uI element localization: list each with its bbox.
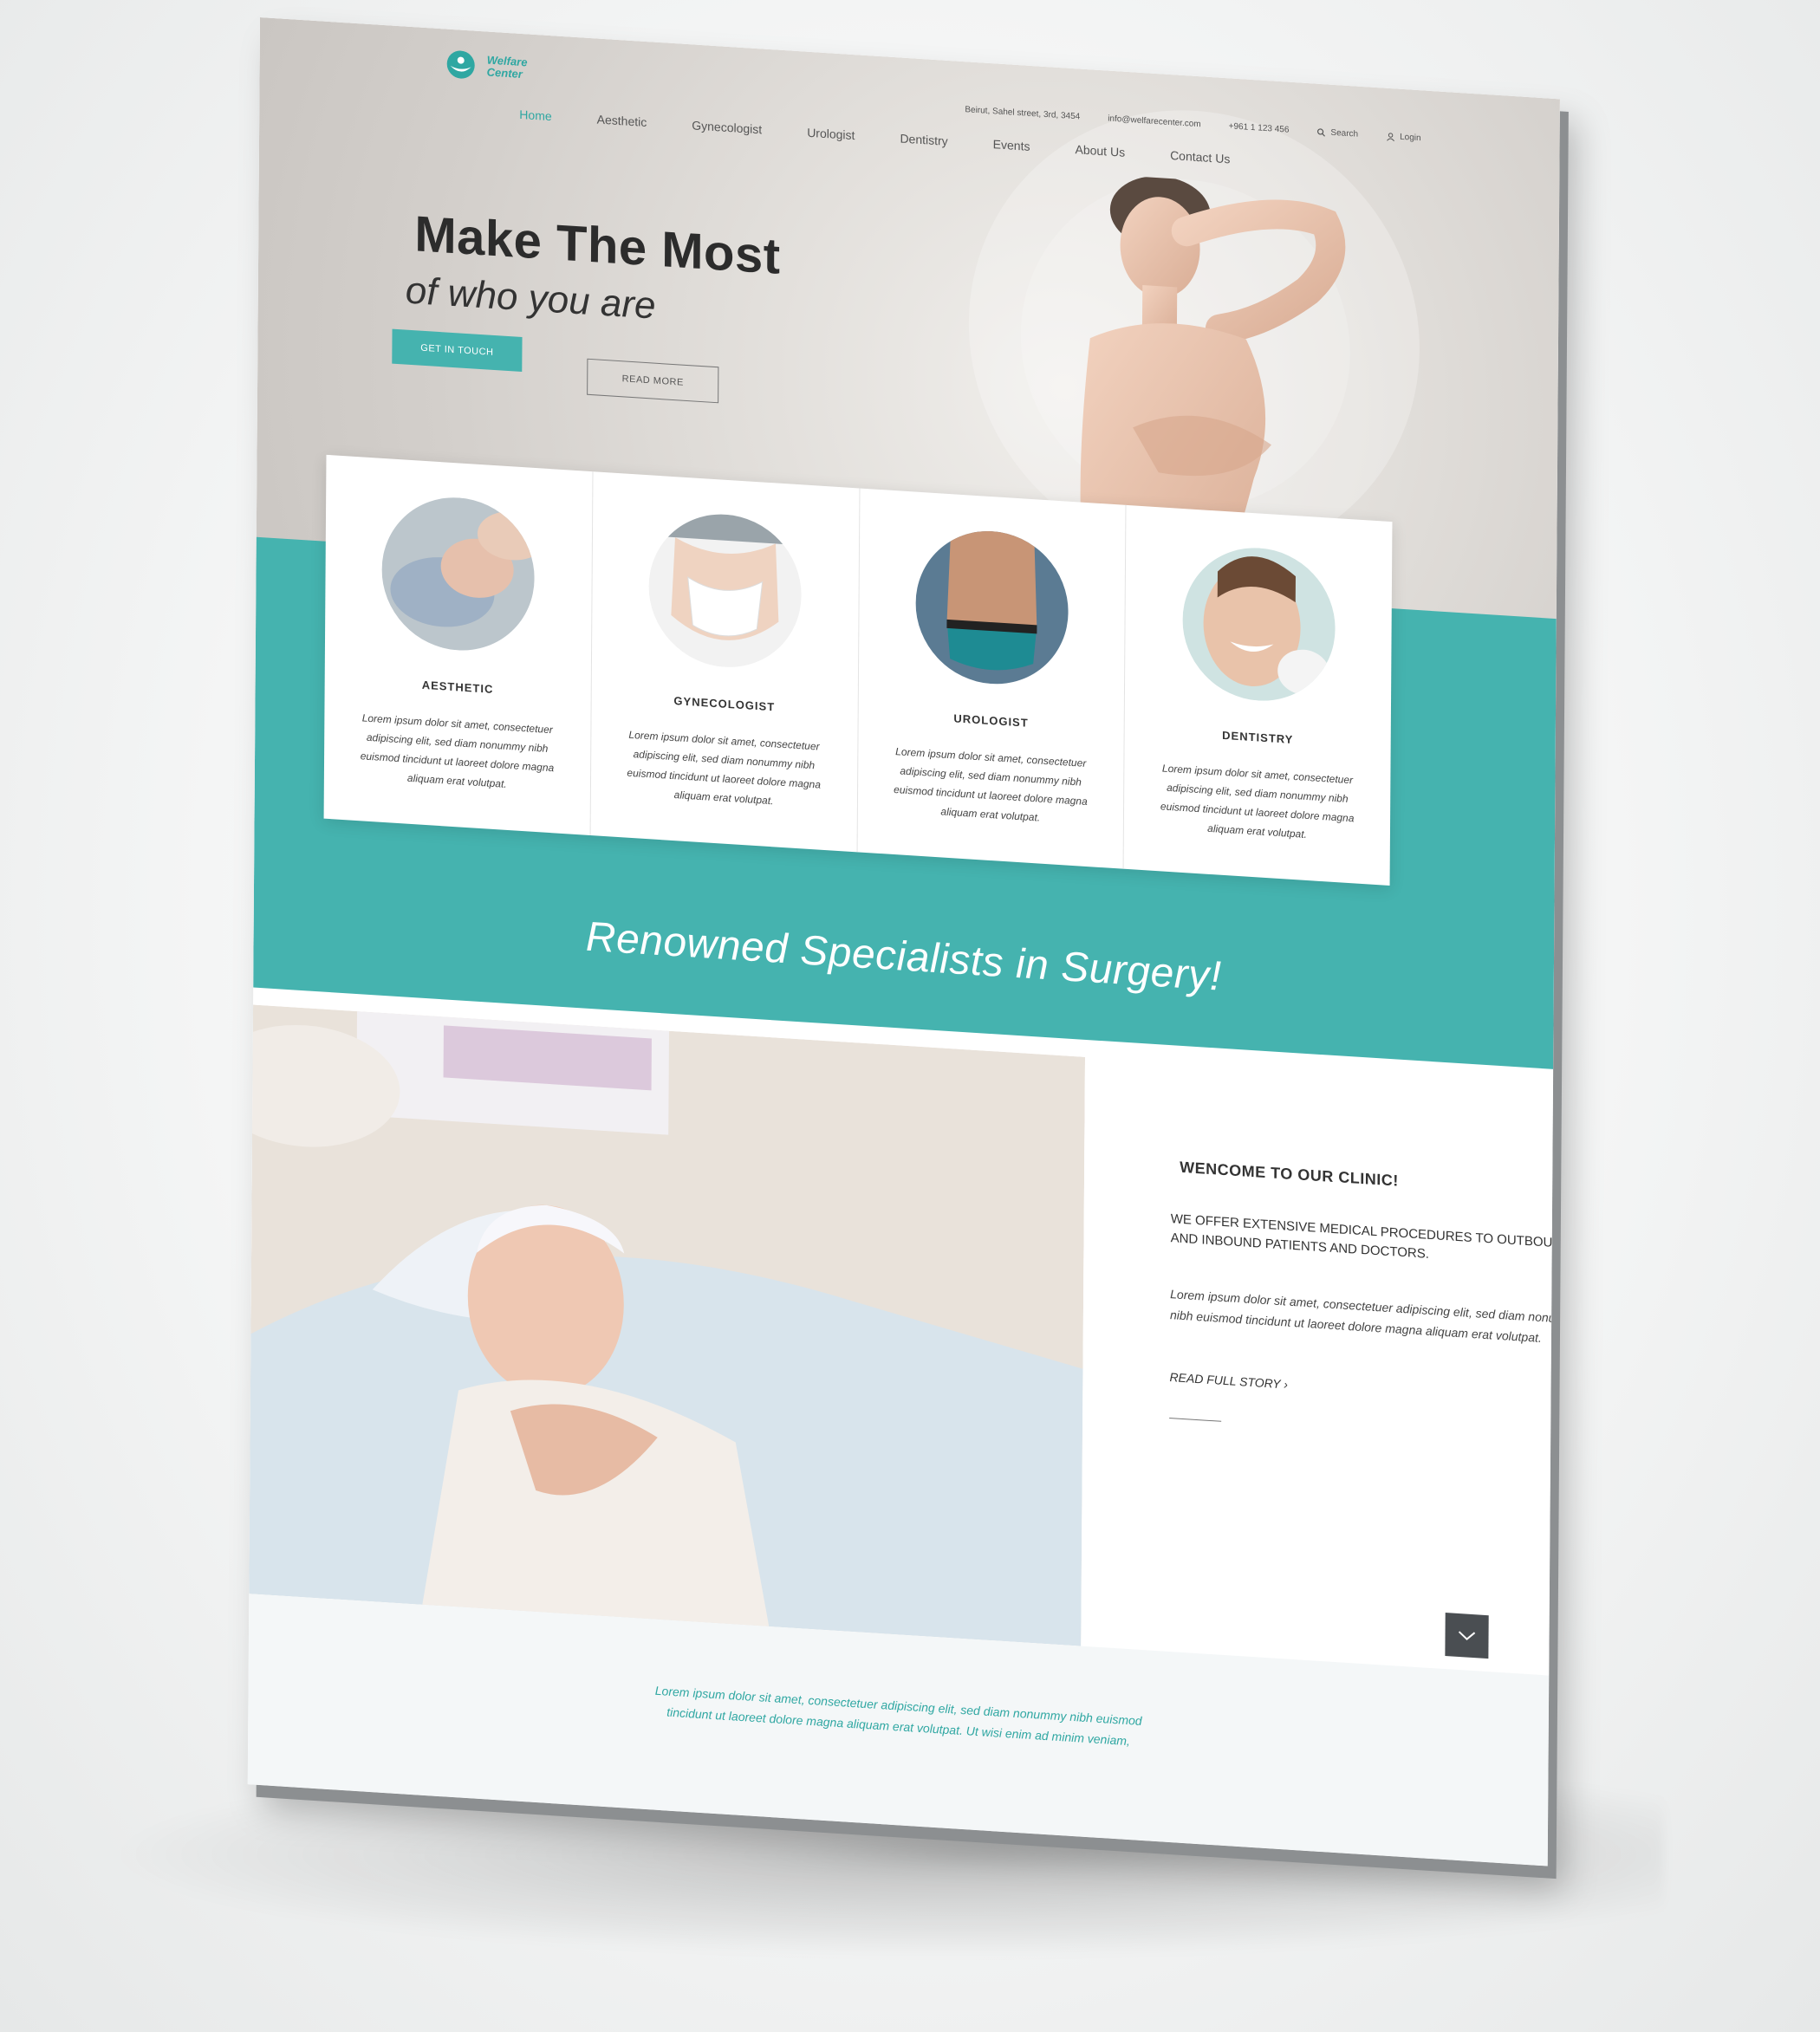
chevron-down-icon — [1458, 1631, 1476, 1640]
patient-photo — [249, 1004, 1086, 1646]
login-label: Login — [1400, 132, 1421, 144]
user-icon — [1386, 132, 1394, 141]
login-button[interactable]: Login — [1386, 132, 1421, 144]
hero-subtitle: of who you are — [405, 269, 656, 328]
logo-text: Welfare Center — [486, 53, 528, 81]
services-row: AESTHETIC Lorem ipsum dolor sit amet, co… — [323, 454, 1393, 886]
nav-gynecologist[interactable]: Gynecologist — [692, 118, 762, 136]
service-desc: Lorem ipsum dolor sit amet, consectetuer… — [894, 745, 1088, 824]
nav-aesthetic[interactable]: Aesthetic — [597, 112, 647, 129]
service-card-gynecologist[interactable]: GYNECOLOGIST Lorem ipsum dolor sit amet,… — [590, 471, 860, 853]
nav-urologist[interactable]: Urologist — [807, 126, 855, 142]
logo[interactable]: Welfare Center — [442, 48, 528, 84]
address-text: Beirut, Sahel street, 3rd, 3454 — [965, 105, 1081, 122]
divider — [1169, 1418, 1222, 1422]
nav-home[interactable]: Home — [519, 107, 551, 123]
logo-line2: Center — [486, 65, 523, 81]
service-title: GYNECOLOGIST — [673, 694, 776, 714]
service-card-urologist[interactable]: UROLOGIST Lorem ipsum dolor sit amet, co… — [857, 488, 1127, 869]
welcome-body: Lorem ipsum dolor sit amet, consectetuer… — [1169, 1287, 1560, 1346]
read-full-story-link[interactable]: READ FULL STORY › — [1169, 1370, 1288, 1392]
service-desc: Lorem ipsum dolor sit amet, consectetuer… — [627, 728, 821, 808]
dentistry-image — [1181, 542, 1336, 705]
search-label: Search — [1330, 127, 1359, 140]
welcome-subheading: WE OFFER EXTENSIVE MEDICAL PROCEDURES TO… — [1170, 1211, 1560, 1262]
nav-dentistry[interactable]: Dentistry — [900, 131, 947, 147]
get-in-touch-button[interactable]: GET IN TOUCH — [392, 328, 523, 373]
read-more-button[interactable]: READ MORE — [587, 358, 719, 404]
search-icon — [1316, 127, 1325, 137]
aesthetic-image — [381, 492, 548, 655]
logo-icon — [446, 50, 475, 79]
website-mockup: Welfare Center Beirut, Sahel street, 3rd… — [247, 17, 1560, 1866]
service-card-dentistry[interactable]: DENTISTRY Lorem ipsum dolor sit amet, co… — [1124, 505, 1393, 886]
urologist-image — [914, 526, 1069, 689]
gynecologist-image — [648, 510, 803, 672]
nav-events[interactable]: Events — [993, 137, 1030, 153]
welcome-heading: WENCOME TO OUR CLINIC! — [1180, 1158, 1399, 1190]
service-card-aesthetic[interactable]: AESTHETIC Lorem ipsum dolor sit amet, co… — [323, 454, 594, 836]
service-desc: Lorem ipsum dolor sit amet, consectetuer… — [360, 711, 555, 790]
search-button[interactable]: Search — [1316, 127, 1358, 140]
footer-text: Lorem ipsum dolor sit amet, consectetuer… — [654, 1683, 1142, 1749]
service-desc: Lorem ipsum dolor sit amet, consectetuer… — [1160, 762, 1355, 841]
service-title: UROLOGIST — [953, 711, 1029, 730]
service-title: AESTHETIC — [421, 678, 494, 696]
service-title: DENTISTRY — [1222, 728, 1294, 747]
scroll-down-button[interactable] — [1445, 1613, 1489, 1659]
welcome-section: WENCOME TO OUR CLINIC! WE OFFER EXTENSIV… — [1081, 1056, 1560, 1676]
